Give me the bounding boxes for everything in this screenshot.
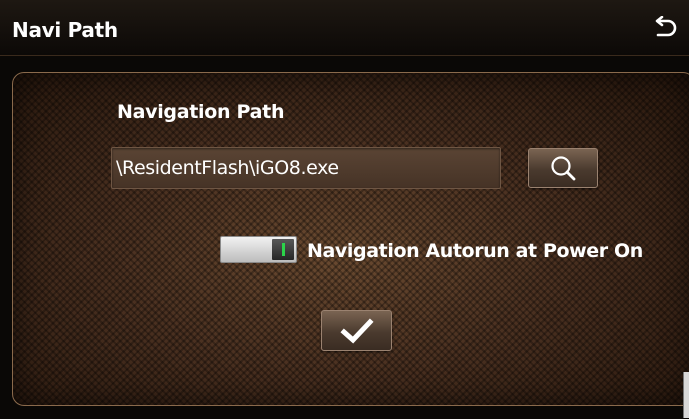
toggle-knob [272,239,294,260]
edge-artifact [683,372,689,418]
navigation-path-field[interactable]: \ResidentFlash\iGO8.exe [111,147,501,189]
autorun-toggle[interactable] [220,236,297,263]
checkmark-icon [339,317,374,343]
page-title: Navi Path [12,18,118,42]
back-button[interactable] [647,14,683,44]
toggle-on-indicator [281,243,285,256]
settings-panel [12,72,689,406]
confirm-button[interactable] [321,310,392,351]
back-arrow-icon [655,16,677,37]
title-bar: Navi Path [0,0,689,56]
search-icon [551,156,576,181]
navigation-path-label: Navigation Path [117,101,285,123]
autorun-label: Navigation Autorun at Power On [307,240,643,262]
browse-search-button[interactable] [528,148,598,188]
